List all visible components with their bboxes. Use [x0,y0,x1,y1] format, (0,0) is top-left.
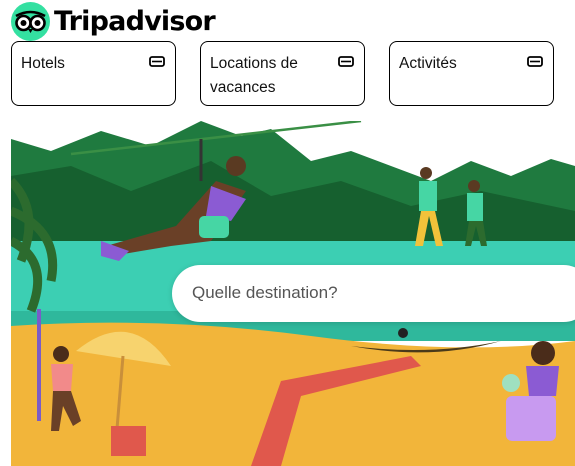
ticket-icon [527,56,543,67]
ticket-icon [338,56,354,67]
header: Tripadvisor [0,0,575,41]
search-bar[interactable]: Quelle destination? [172,265,575,322]
category-hotels[interactable]: Hotels [11,41,176,106]
tripadvisor-logo[interactable]: Tripadvisor [11,2,216,41]
category-label: Activités [399,55,457,72]
category-activities[interactable]: Activités [389,41,554,106]
brand-name: Tripadvisor [54,6,216,37]
owl-logo-icon [11,2,50,41]
ticket-icon [149,56,165,67]
search-placeholder: Quelle destination? [192,283,338,302]
category-label: Hotels [21,55,65,72]
category-label: Locations de vacances [210,55,298,96]
category-vacation-rentals[interactable]: Locations de vacances [200,41,365,106]
